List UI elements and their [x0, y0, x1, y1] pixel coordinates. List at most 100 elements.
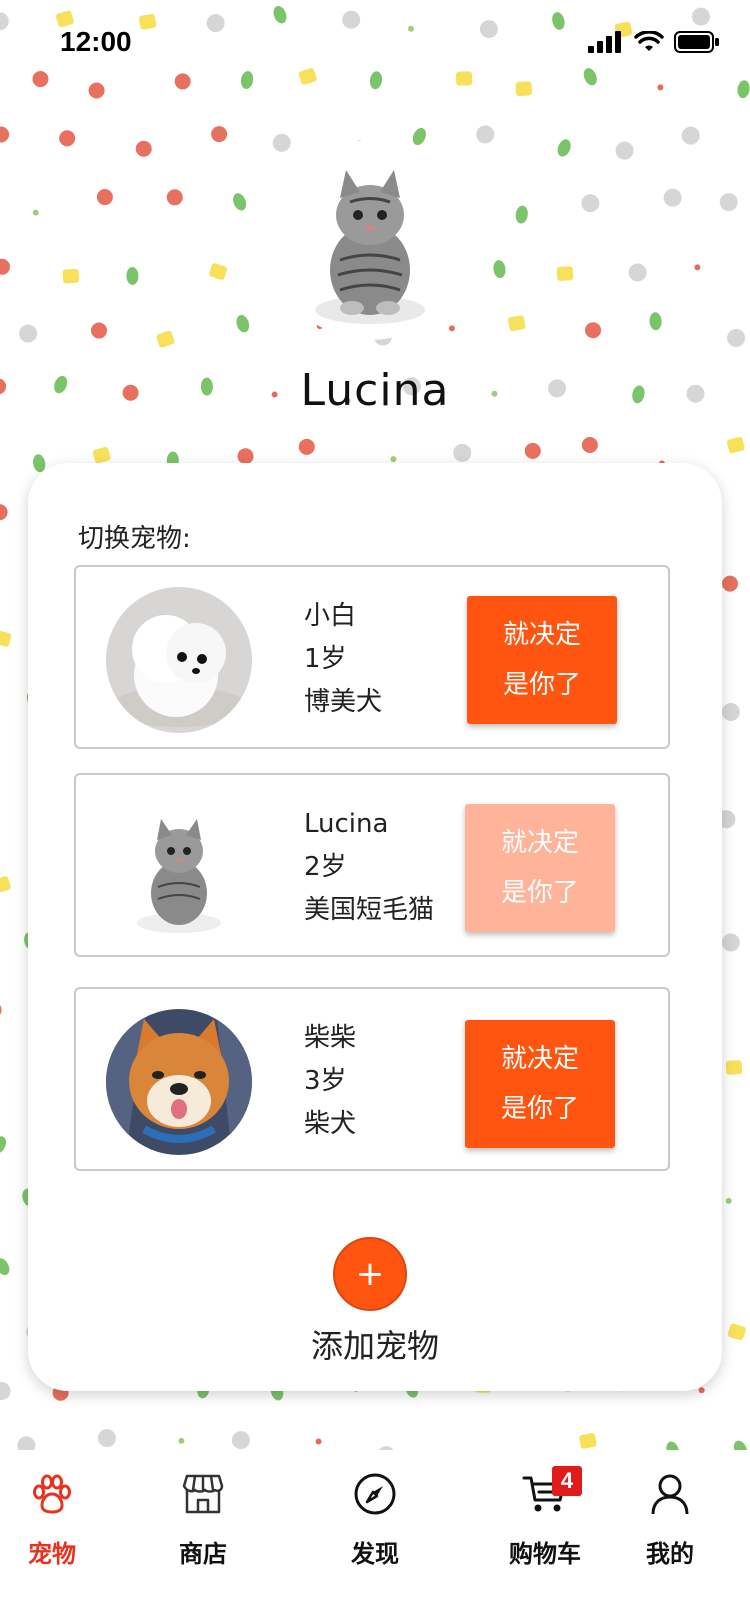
tab-label: 宠物: [28, 1540, 76, 1568]
pattern-mark: [135, 140, 152, 157]
pattern-mark: [515, 205, 528, 224]
pattern-mark: [0, 504, 8, 521]
choose-pet-button[interactable]: 就决定 是你了: [465, 1020, 615, 1148]
pattern-mark: [236, 314, 250, 333]
pattern-mark: [17, 1436, 36, 1450]
pattern-mark: [178, 1437, 185, 1444]
pet-row-chaichai: 柴柴 3岁 柴犬 就决定 是你了: [74, 987, 670, 1171]
cart-icon: [485, 1464, 605, 1524]
dog-icon: [106, 587, 252, 733]
cart-badge: 4: [552, 1466, 582, 1496]
pattern-mark: [649, 312, 662, 331]
pattern-mark: [722, 575, 739, 592]
pattern-mark: [0, 1005, 2, 1015]
pattern-mark: [231, 1431, 250, 1450]
pattern-mark: [666, 1441, 679, 1450]
pattern-mark: [237, 448, 254, 465]
pattern-mark: [725, 1197, 732, 1204]
pet-age: 3岁: [304, 1066, 347, 1096]
user-icon: [610, 1464, 730, 1524]
pet-age: 2岁: [304, 852, 347, 882]
pattern-mark: [126, 266, 139, 285]
pet-row-xiaobai: 小白 1岁 博美犬 就决定 是你了: [74, 565, 670, 749]
pattern-mark: [585, 322, 602, 339]
pet-photo-cat: [106, 795, 252, 941]
pattern-mark: [97, 1429, 116, 1448]
battery-icon: [674, 31, 719, 53]
tab-store[interactable]: 商店: [143, 1464, 263, 1569]
pattern-mark: [725, 1060, 743, 1075]
pattern-mark: [0, 126, 10, 143]
pet-photo-shiba: [106, 1009, 252, 1155]
tab-discover[interactable]: 发现: [315, 1464, 435, 1569]
pattern-mark: [476, 125, 495, 144]
tab-label: 商店: [179, 1540, 227, 1568]
tab-label: 购物车: [509, 1540, 581, 1568]
compass-icon: [315, 1464, 435, 1524]
pattern-mark: [721, 933, 740, 952]
cat-icon: [315, 170, 425, 324]
button-line-1: 就决定: [500, 1044, 579, 1074]
button-line-1: 就决定: [500, 828, 579, 858]
pattern-mark: [0, 258, 11, 275]
pattern-mark: [0, 1136, 7, 1154]
pattern-mark: [166, 189, 183, 206]
pattern-mark: [19, 324, 38, 343]
store-icon: [143, 1464, 263, 1524]
pattern-mark: [209, 263, 228, 280]
pattern-mark: [681, 126, 700, 145]
pattern-mark: [448, 325, 455, 332]
card-title: 切换宠物:: [78, 524, 191, 554]
button-line-2: 是你了: [500, 1094, 579, 1124]
pet-name: 柴柴: [304, 1023, 357, 1053]
pattern-mark: [727, 329, 746, 348]
status-time: 12:00: [60, 26, 132, 57]
status-icons: [588, 30, 720, 54]
pattern-mark: [698, 1387, 705, 1394]
pattern-mark: [581, 437, 598, 454]
pattern-mark: [557, 139, 571, 157]
profile-avatar[interactable]: [270, 140, 470, 340]
pet-photo-pomeranian: [106, 587, 252, 733]
pet-info: Lucina 2岁 美国短毛猫: [304, 803, 434, 932]
pattern-mark: [315, 1438, 322, 1445]
button-line-2: 是你了: [502, 670, 581, 700]
signal-icon: [588, 31, 621, 53]
tab-cart[interactable]: 4 购物车: [485, 1464, 605, 1569]
pattern-mark: [390, 456, 397, 463]
pet-breed: 柴犬: [304, 1109, 357, 1139]
switch-pet-card: 切换宠物: 小白 1岁 博美犬 就决定 是你了 Lucina 2岁 美国短毛猫 …: [28, 463, 722, 1391]
pattern-mark: [453, 443, 472, 462]
pattern-mark: [0, 1258, 10, 1276]
paw-icon: [0, 1464, 112, 1524]
pattern-mark: [719, 193, 738, 212]
pattern-mark: [628, 263, 647, 282]
tab-mine[interactable]: 我的: [610, 1464, 730, 1569]
tab-pets[interactable]: 宠物: [0, 1464, 112, 1569]
pattern-mark: [663, 188, 682, 207]
pattern-mark: [0, 1381, 11, 1400]
pattern-mark: [32, 209, 39, 216]
add-pet-label[interactable]: 添加宠物: [28, 1321, 722, 1367]
pattern-mark: [412, 127, 426, 146]
pattern-mark: [211, 126, 228, 143]
pattern-mark: [493, 260, 506, 279]
pattern-mark: [615, 141, 634, 160]
pattern-mark: [581, 194, 600, 213]
add-pet-button[interactable]: +: [333, 1237, 407, 1311]
pattern-mark: [721, 702, 740, 721]
pet-breed: 美国短毛猫: [304, 895, 435, 925]
pet-name: 小白: [304, 601, 357, 631]
choose-pet-button[interactable]: 就决定 是你了: [467, 596, 617, 724]
pattern-mark: [92, 446, 111, 464]
pet-breed: 博美犬: [304, 687, 383, 717]
bottom-tab-bar: 宠物 商店 发现 4 购物车 我的: [0, 1450, 750, 1624]
pattern-mark: [59, 130, 76, 147]
shiba-icon: [106, 1009, 252, 1155]
pattern-mark: [156, 330, 175, 348]
pattern-mark: [579, 1433, 597, 1449]
pattern-mark: [694, 264, 701, 271]
choose-pet-button-current[interactable]: 就决定 是你了: [465, 804, 615, 932]
pattern-mark: [233, 193, 247, 211]
pattern-mark: [62, 268, 80, 284]
